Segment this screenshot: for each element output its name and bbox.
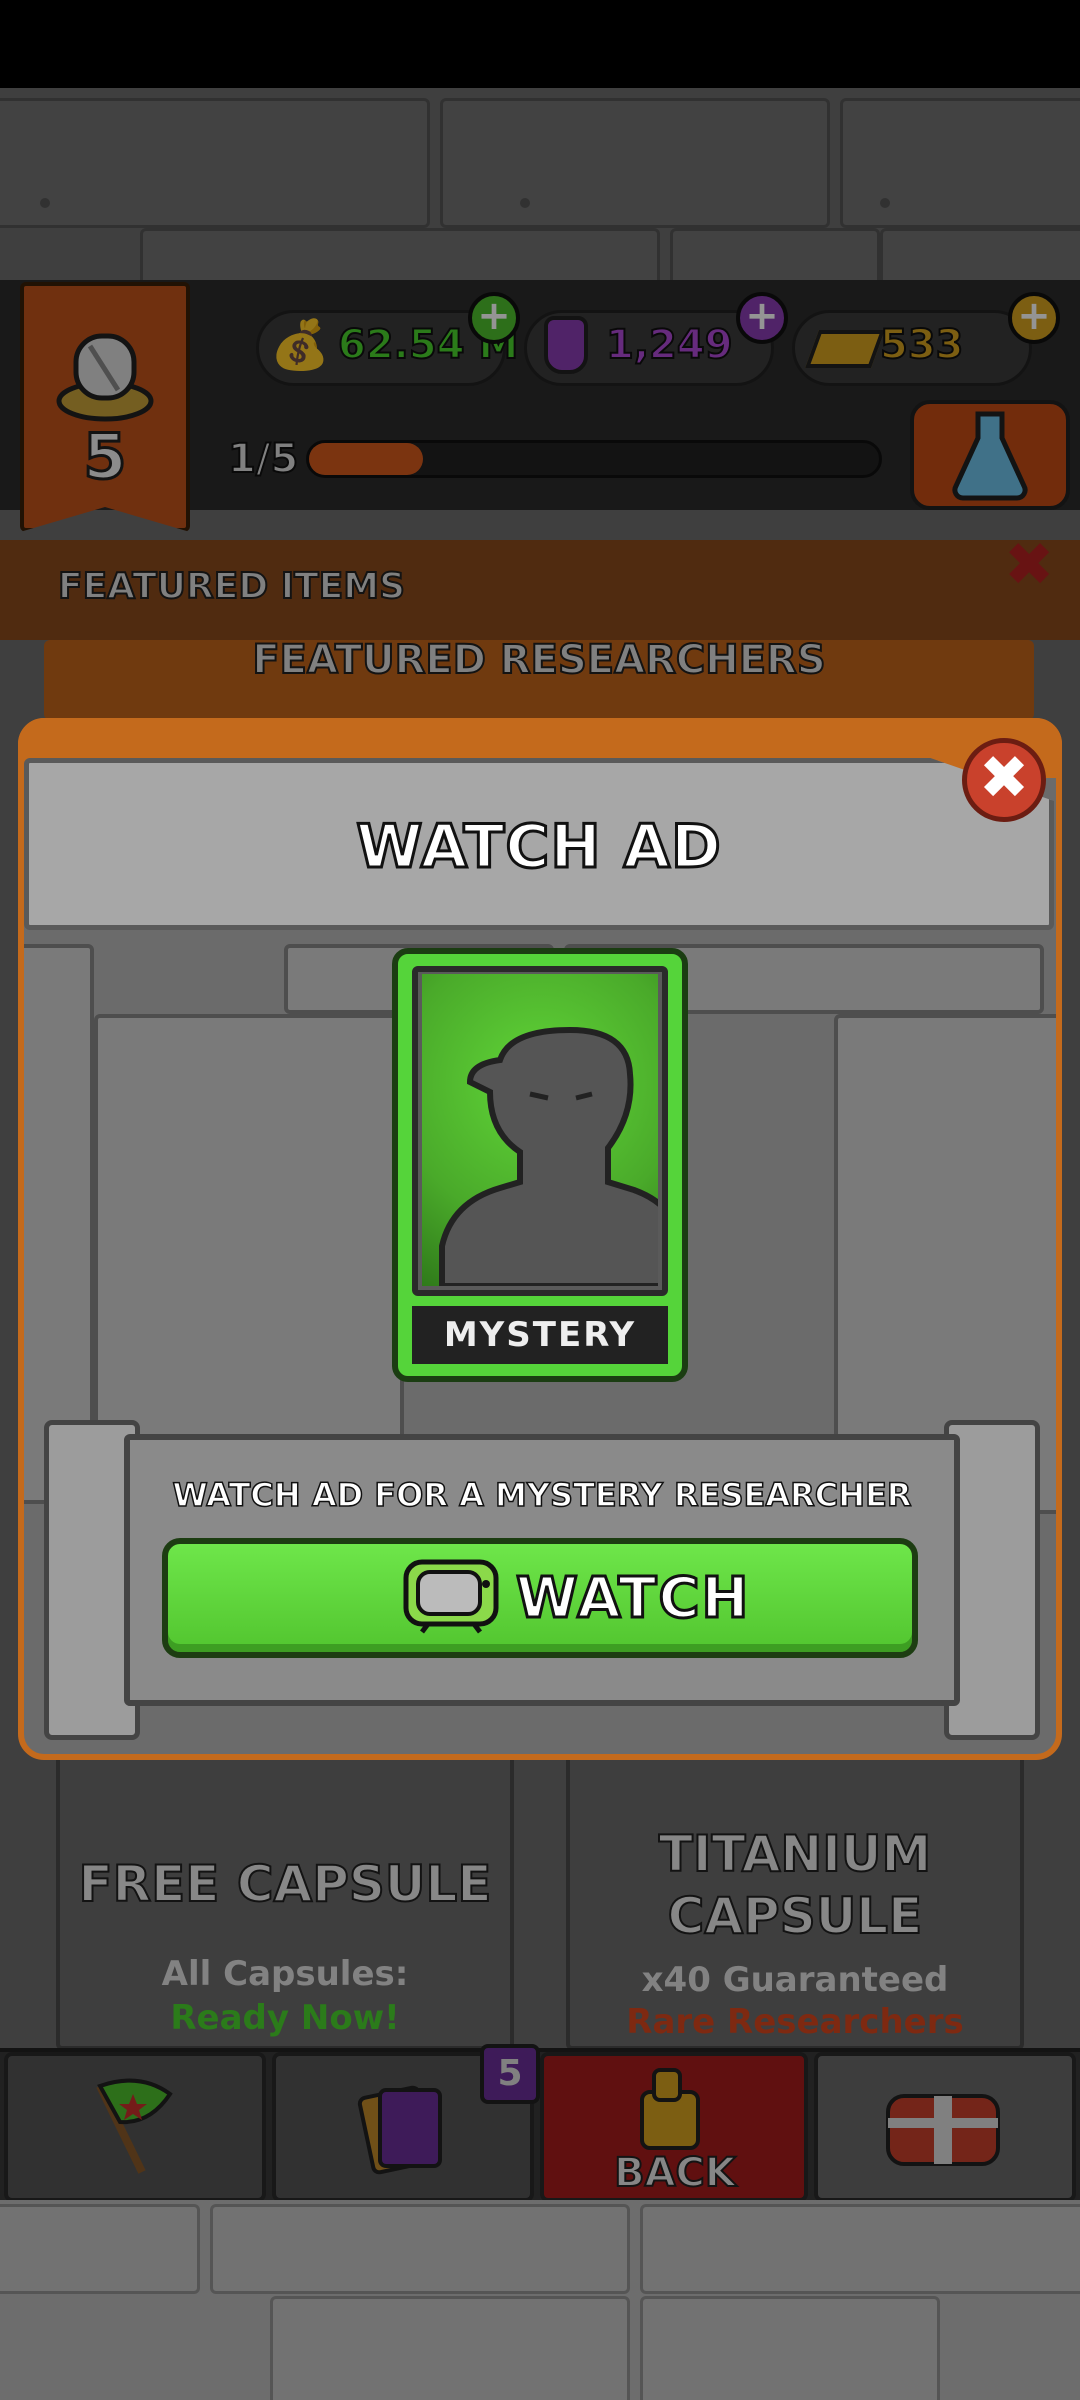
researcher-silhouette-icon: [439, 1026, 683, 1289]
watch-label: WATCH: [514, 1565, 751, 1633]
card-label: MYSTERY: [412, 1306, 668, 1364]
mystery-silhouette: [422, 974, 683, 1289]
dialog-title: WATCH AD: [355, 811, 723, 884]
close-icon[interactable]: ✖: [962, 738, 1046, 822]
dialog-description: WATCH AD FOR A MYSTERY RESEARCHER: [172, 1475, 913, 1515]
status-bar: [0, 0, 1080, 88]
lower-stone-wall: [0, 2200, 1080, 2400]
tv-icon: [402, 1554, 500, 1634]
